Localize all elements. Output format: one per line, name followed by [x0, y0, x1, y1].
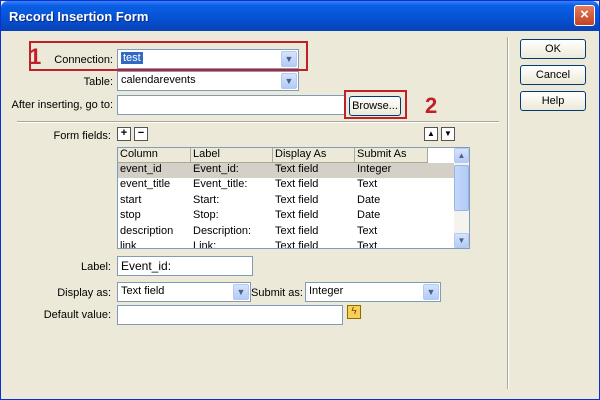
cancel-button[interactable]: Cancel [520, 65, 586, 85]
table-cell: Date [357, 209, 381, 221]
table-cell: Text [357, 178, 378, 190]
chevron-down-icon[interactable]: ▼ [281, 73, 297, 89]
table-cell: link [120, 240, 137, 249]
help-button[interactable]: Help [520, 91, 586, 111]
table-select[interactable]: calendarevents ▼ [117, 71, 299, 91]
table-cell: Text [357, 225, 378, 237]
annotation-number-2: 2 [425, 93, 438, 118]
label-field-label: Label: [81, 261, 111, 273]
annotation-number-1: 1 [29, 44, 42, 69]
submit-as-select[interactable]: Integer ▼ [305, 282, 441, 302]
table-cell: Link: [193, 240, 217, 249]
table-cell: Integer [357, 163, 392, 175]
table-cell: Description: [193, 225, 252, 237]
table-value: calendarevents [121, 74, 196, 86]
column-header-label[interactable]: Label [191, 148, 273, 163]
window-title: Record Insertion Form [9, 9, 149, 24]
form-fields-table[interactable]: Column Label Display As Submit As event_… [117, 147, 470, 249]
table-cell: Text field [275, 178, 319, 190]
form-fields-label: Form fields: [53, 130, 111, 142]
annotation-box-1 [29, 41, 308, 71]
annotation-box-2 [344, 90, 407, 119]
display-as-select[interactable]: Text field ▼ [117, 282, 251, 302]
table-cell: Text field [275, 194, 319, 206]
table-cell: Text field [275, 225, 319, 237]
scroll-down-icon[interactable]: ▼ [454, 233, 469, 248]
submit-as-value: Integer [309, 285, 344, 297]
lightning-icon[interactable]: ϟ [347, 305, 361, 319]
table-cell: Date [357, 194, 381, 206]
table-cell: Text [357, 240, 378, 249]
move-up-icon[interactable]: ▲ [424, 127, 438, 141]
move-down-icon[interactable]: ▼ [441, 127, 455, 141]
dialog-window: Record Insertion Form × Connection: test… [0, 0, 600, 400]
ok-button[interactable]: OK [520, 39, 586, 59]
horizontal-separator [17, 121, 499, 123]
table-cell: Stop: [193, 209, 219, 221]
submit-as-label: Submit as: [251, 287, 303, 299]
column-header-column[interactable]: Column [118, 148, 191, 163]
display-as-value: Text field [121, 285, 165, 297]
table-cell: Event_id: [193, 163, 239, 175]
add-field-icon[interactable]: + [117, 127, 131, 141]
default-value-input[interactable] [117, 305, 343, 325]
table-cell: Text field [275, 163, 319, 175]
title-bar[interactable]: Record Insertion Form × [1, 1, 599, 31]
default-value-label: Default value: [43, 309, 111, 321]
remove-field-icon[interactable]: − [134, 127, 148, 141]
table-scrollbar[interactable]: ▲ ▼ [454, 148, 469, 248]
table-cell: event_id [120, 163, 162, 175]
display-as-label: Display as: [57, 287, 111, 299]
scroll-thumb[interactable] [454, 165, 469, 211]
table-cell: start [120, 194, 142, 206]
column-header-display-as[interactable]: Display As [273, 148, 355, 163]
vertical-separator [507, 37, 509, 389]
column-header-submit-as[interactable]: Submit As [355, 148, 428, 163]
after-inserting-input[interactable] [117, 95, 345, 115]
scroll-up-icon[interactable]: ▲ [454, 148, 469, 163]
table-cell: Start: [193, 194, 220, 206]
table-cell: description [120, 225, 174, 237]
chevron-down-icon[interactable]: ▼ [423, 284, 439, 300]
table-cell: Text field [275, 209, 319, 221]
close-icon[interactable]: × [574, 5, 595, 26]
label-input[interactable]: Event_id: [117, 256, 253, 276]
chevron-down-icon[interactable]: ▼ [233, 284, 249, 300]
table-cell: Event_title: [193, 178, 248, 190]
table-cell: Text field [275, 240, 319, 249]
after-inserting-label: After inserting, go to: [11, 99, 114, 111]
table-cell: event_title [120, 178, 171, 190]
table-cell: stop [120, 209, 141, 221]
table-label: Table: [83, 76, 113, 88]
